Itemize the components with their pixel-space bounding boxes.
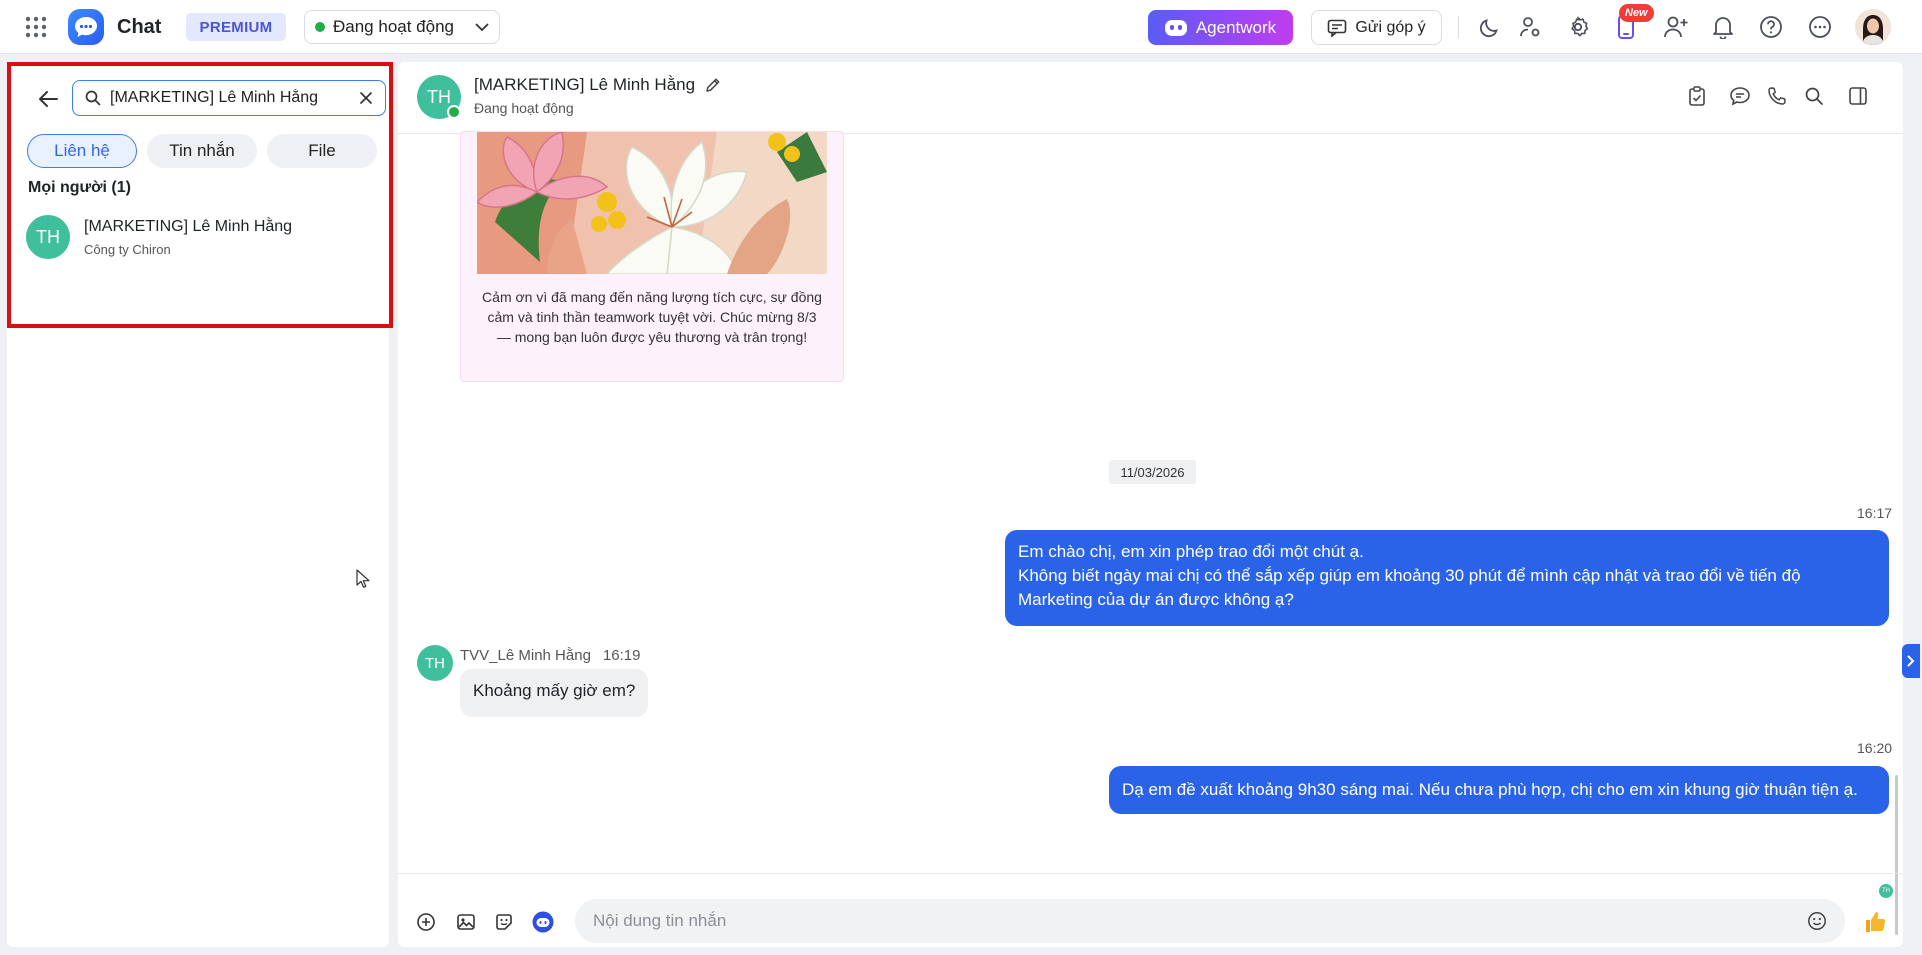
toolbar-divider bbox=[1458, 16, 1459, 38]
lily-flowers-image bbox=[477, 132, 827, 274]
sender-avatar[interactable]: TH bbox=[417, 645, 453, 681]
edit-pencil-icon[interactable] bbox=[705, 77, 721, 93]
sender-name: TVV_Lê Minh Hằng bbox=[460, 647, 591, 664]
help-icon[interactable] bbox=[1755, 11, 1787, 43]
app-grid-icon[interactable] bbox=[20, 12, 52, 42]
settings-gear-icon[interactable] bbox=[1562, 11, 1594, 43]
contact-name: [MARKETING] Lê Minh Hằng bbox=[84, 217, 293, 235]
more-options-icon[interactable] bbox=[1804, 11, 1836, 43]
message-time: 16:19 bbox=[602, 647, 641, 664]
people-section-title: Mọi người (1) bbox=[28, 179, 131, 196]
tab-files[interactable]: File bbox=[267, 134, 377, 168]
dark-mode-icon[interactable] bbox=[1474, 11, 1506, 43]
message-list[interactable]: Cảm ơn vì đã mang đến năng lượng tích cự… bbox=[398, 131, 1903, 935]
search-in-chat-icon[interactable] bbox=[1799, 81, 1829, 111]
message-text: Dạ em đề xuất khoảng 9h30 sáng mai. Nếu … bbox=[1122, 780, 1858, 799]
feedback-button[interactable]: Gửi góp ý bbox=[1311, 10, 1442, 45]
feedback-label: Gửi góp ý bbox=[1355, 18, 1426, 36]
agentwork-label: Agentwork bbox=[1195, 17, 1277, 37]
chat-contact-name: [MARKETING] Lê Minh Hằng bbox=[474, 75, 696, 94]
chat-panel: TH [MARKETING] Lê Minh Hằng Đang hoạt độ… bbox=[398, 62, 1903, 947]
app-name: Chat bbox=[117, 15, 162, 38]
thumbs-up-icon[interactable] bbox=[1859, 906, 1891, 938]
message-text: Em chào chị, em xin phép trao đổi một ch… bbox=[1018, 542, 1364, 561]
message-text: Không biết ngày mai chị có thể sắp xếp g… bbox=[1018, 566, 1801, 609]
chat-status: Đang hoạt động bbox=[474, 100, 574, 116]
contact-avatar: TH bbox=[26, 215, 70, 259]
chat-logo-icon bbox=[68, 9, 104, 45]
search-tabs: Liên hệ Tin nhắn File bbox=[27, 134, 377, 168]
thread-chat-icon[interactable] bbox=[1725, 81, 1755, 111]
contact-company: Công ty Chiron bbox=[84, 241, 171, 257]
toggle-side-panel-icon[interactable] bbox=[1843, 81, 1873, 111]
emoji-icon[interactable] bbox=[1807, 911, 1827, 931]
sidebar-panel: Liên hệ Tin nhắn File Mọi người (1) TH [… bbox=[7, 62, 393, 947]
status-dropdown[interactable]: Đang hoạt động bbox=[304, 10, 500, 44]
message-input[interactable] bbox=[593, 911, 1773, 931]
message-input-box[interactable] bbox=[575, 899, 1845, 943]
back-arrow-icon[interactable] bbox=[31, 82, 65, 116]
message-text: Khoảng mấy giờ em? bbox=[473, 681, 636, 700]
new-badge: New bbox=[1619, 4, 1654, 22]
phone-call-icon[interactable] bbox=[1762, 81, 1792, 111]
notification-bell-icon[interactable] bbox=[1707, 11, 1739, 43]
user-switch-icon[interactable] bbox=[1514, 11, 1546, 43]
top-bar: Chat PREMIUM Đang hoạt động Agentwork Gử… bbox=[0, 0, 1922, 54]
chevron-down-icon bbox=[475, 22, 489, 32]
tab-contacts[interactable]: Liên hệ bbox=[27, 134, 137, 168]
search-field[interactable] bbox=[72, 80, 386, 116]
premium-badge[interactable]: PREMIUM bbox=[186, 13, 286, 41]
tab-messages[interactable]: Tin nhắn bbox=[147, 134, 257, 168]
greeting-card-caption: Cảm ơn vì đã mang đến năng lượng tích cự… bbox=[482, 289, 822, 345]
incoming-message-bubble[interactable]: Khoảng mấy giờ em? bbox=[460, 669, 649, 717]
sticker-icon[interactable] bbox=[490, 908, 518, 936]
message-time: 16:20 bbox=[1857, 740, 1893, 756]
contact-result-item[interactable]: TH [MARKETING] Lê Minh Hằng Công ty Chir… bbox=[26, 211, 386, 263]
add-contact-icon[interactable] bbox=[1660, 11, 1692, 43]
user-avatar[interactable] bbox=[1855, 9, 1891, 45]
feedback-icon bbox=[1327, 19, 1347, 37]
chat-title: [MARKETING] Lê Minh Hằng bbox=[474, 75, 721, 95]
status-label: Đang hoạt động bbox=[333, 17, 454, 36]
image-upload-icon[interactable] bbox=[452, 908, 480, 936]
task-clipboard-icon[interactable] bbox=[1682, 81, 1712, 111]
message-time: 16:17 bbox=[1857, 505, 1893, 521]
online-status-dot bbox=[315, 22, 325, 32]
date-divider: 11/03/2026 bbox=[1109, 460, 1196, 484]
outgoing-message-bubble[interactable]: Em chào chị, em xin phép trao đổi một ch… bbox=[1005, 530, 1889, 626]
ai-bot-icon[interactable] bbox=[529, 908, 557, 936]
online-status-dot bbox=[447, 105, 461, 119]
chat-header: TH [MARKETING] Lê Minh Hằng Đang hoạt độ… bbox=[398, 62, 1903, 134]
outgoing-message-bubble[interactable]: Dạ em đề xuất khoảng 9h30 sáng mai. Nếu … bbox=[1109, 766, 1889, 814]
robot-icon bbox=[1164, 19, 1187, 36]
sender-meta: TVV_Lê Minh Hằng 16:19 bbox=[460, 647, 640, 664]
mouse-cursor-icon bbox=[356, 569, 370, 589]
clear-search-icon[interactable] bbox=[359, 91, 373, 105]
search-icon bbox=[85, 90, 101, 106]
add-attachment-icon[interactable] bbox=[412, 908, 440, 936]
message-composer bbox=[398, 873, 1903, 947]
agentwork-button[interactable]: Agentwork bbox=[1148, 10, 1293, 45]
expand-panel-chevron-icon[interactable] bbox=[1902, 644, 1920, 678]
search-input[interactable] bbox=[110, 89, 340, 107]
greeting-card-message[interactable]: Cảm ơn vì đã mang đến năng lượng tích cự… bbox=[460, 131, 844, 382]
